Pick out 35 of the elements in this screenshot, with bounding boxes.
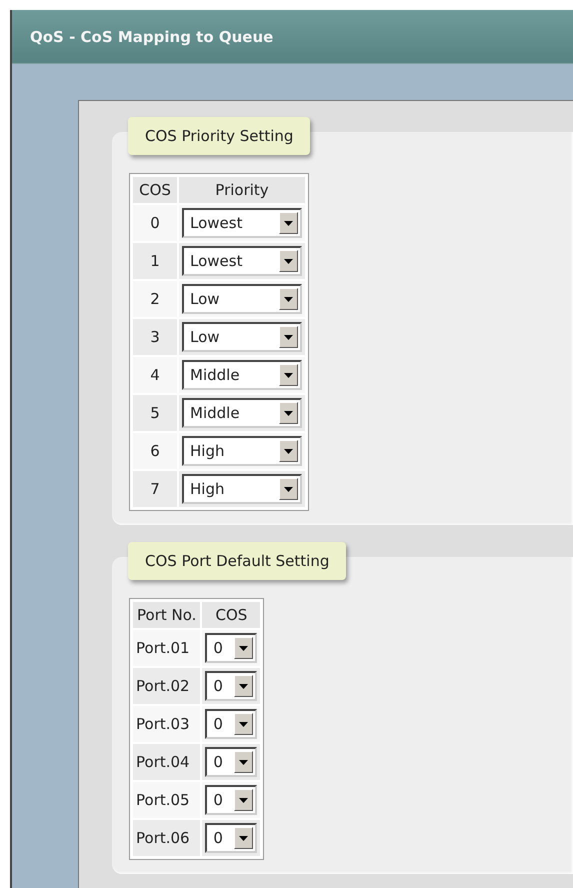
cos-cell: 3 — [133, 319, 177, 355]
priority-select[interactable]: Low — [182, 284, 302, 314]
cos-cell: 6 — [133, 433, 177, 469]
cos-cell: 7 — [133, 471, 177, 507]
cos-select[interactable]: 0 — [205, 747, 258, 777]
port-cell: Port.03 — [133, 706, 200, 742]
port-cell: Port.05 — [133, 782, 200, 818]
priority-select[interactable]: High — [182, 474, 302, 504]
cos-cell: 1 — [133, 243, 177, 279]
port-cell: Port.01 — [133, 630, 200, 666]
cos-select[interactable]: 0 — [205, 671, 258, 701]
column-header: COS — [133, 177, 177, 203]
column-header: Priority — [179, 177, 305, 203]
column-header: COS — [202, 602, 260, 628]
cos-cell: 4 — [133, 357, 177, 393]
page-title: QoS - CoS Mapping to Queue — [30, 28, 274, 46]
cos-select[interactable]: 0 — [205, 633, 258, 663]
section-title: COS Priority Setting — [128, 117, 310, 155]
priority-select[interactable]: Lowest — [182, 246, 302, 276]
priority-select[interactable]: Low — [182, 322, 302, 352]
priority-select[interactable]: Middle — [182, 398, 302, 428]
port-cell: Port.02 — [133, 668, 200, 704]
cos-cell: 2 — [133, 281, 177, 317]
cos-cell: 5 — [133, 395, 177, 431]
cos-select[interactable]: 0 — [205, 823, 258, 853]
cos-select[interactable]: 0 — [205, 709, 258, 739]
priority-select[interactable]: Middle — [182, 360, 302, 390]
cos-select[interactable]: 0 — [205, 785, 258, 815]
priority-select[interactable]: High — [182, 436, 302, 466]
priority-select[interactable]: Lowest — [182, 208, 302, 238]
column-header: Port No. — [133, 602, 200, 628]
section-title: COS Port Default Setting — [128, 542, 346, 580]
cos-cell: 0 — [133, 205, 177, 241]
port-cell: Port.06 — [133, 820, 200, 856]
port-cell: Port.04 — [133, 744, 200, 780]
